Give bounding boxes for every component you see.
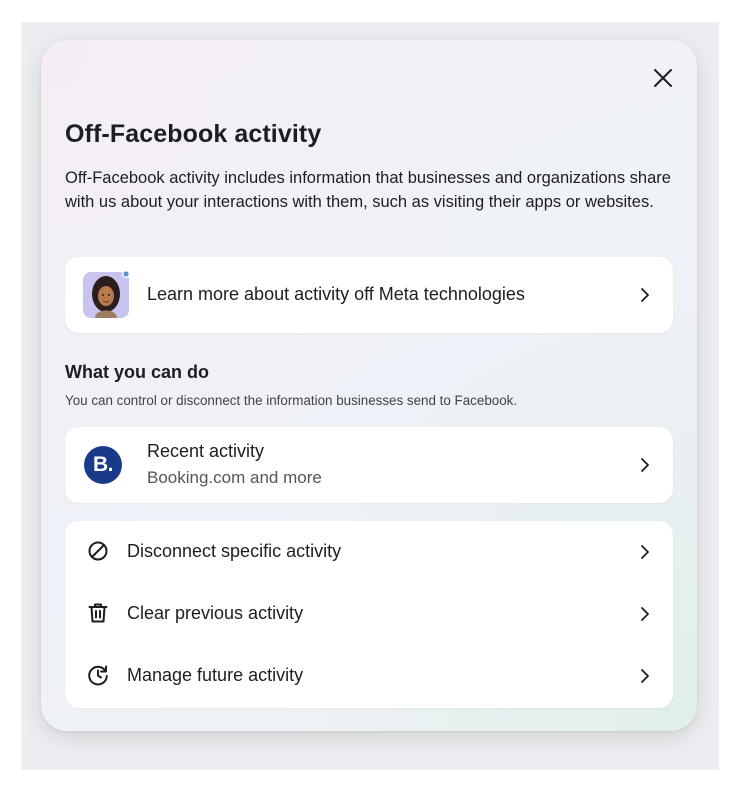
chevron-right-icon [641,669,649,683]
avatar-illustration-icon [83,270,130,318]
manage-future-activity-item[interactable]: Manage future activity [65,645,673,707]
booking-logo: B. [84,446,122,484]
learn-more-card[interactable]: Learn more about activity off Meta techn… [65,257,673,333]
disconnect-icon [88,541,108,561]
disconnect-specific-activity-item[interactable]: Disconnect specific activity [65,521,673,583]
clear-previous-activity-item[interactable]: Clear previous activity [65,583,673,645]
close-icon [654,69,672,87]
learn-more-label: Learn more about activity off Meta techn… [147,284,525,304]
action-label: Manage future activity [127,665,304,685]
action-label: Disconnect specific activity [127,541,342,561]
actions-card: Disconnect specific activity Clear previ… [65,521,673,708]
dialog-title: Off-Facebook activity [65,120,322,148]
section-title: What you can do [65,362,209,382]
recent-activity-sublabel: Booking.com and more [147,468,322,487]
chevron-right-icon [641,545,649,559]
trash-icon [88,603,108,623]
dialog-description: Off-Facebook activity includes informati… [65,169,671,211]
history-icon [88,665,108,686]
chevron-right-icon [641,458,649,472]
action-label: Clear previous activity [127,603,304,623]
chevron-right-icon [641,607,649,621]
recent-activity-card[interactable]: B. Recent activity Booking.com and more [65,427,673,503]
recent-activity-label: Recent activity [147,441,265,461]
section-description: You can control or disconnect the inform… [65,393,518,408]
off-facebook-activity-dialog: Off-Facebook activity Off-Facebook activ… [41,40,697,731]
close-button[interactable] [649,64,677,92]
chevron-right-icon [641,288,649,302]
